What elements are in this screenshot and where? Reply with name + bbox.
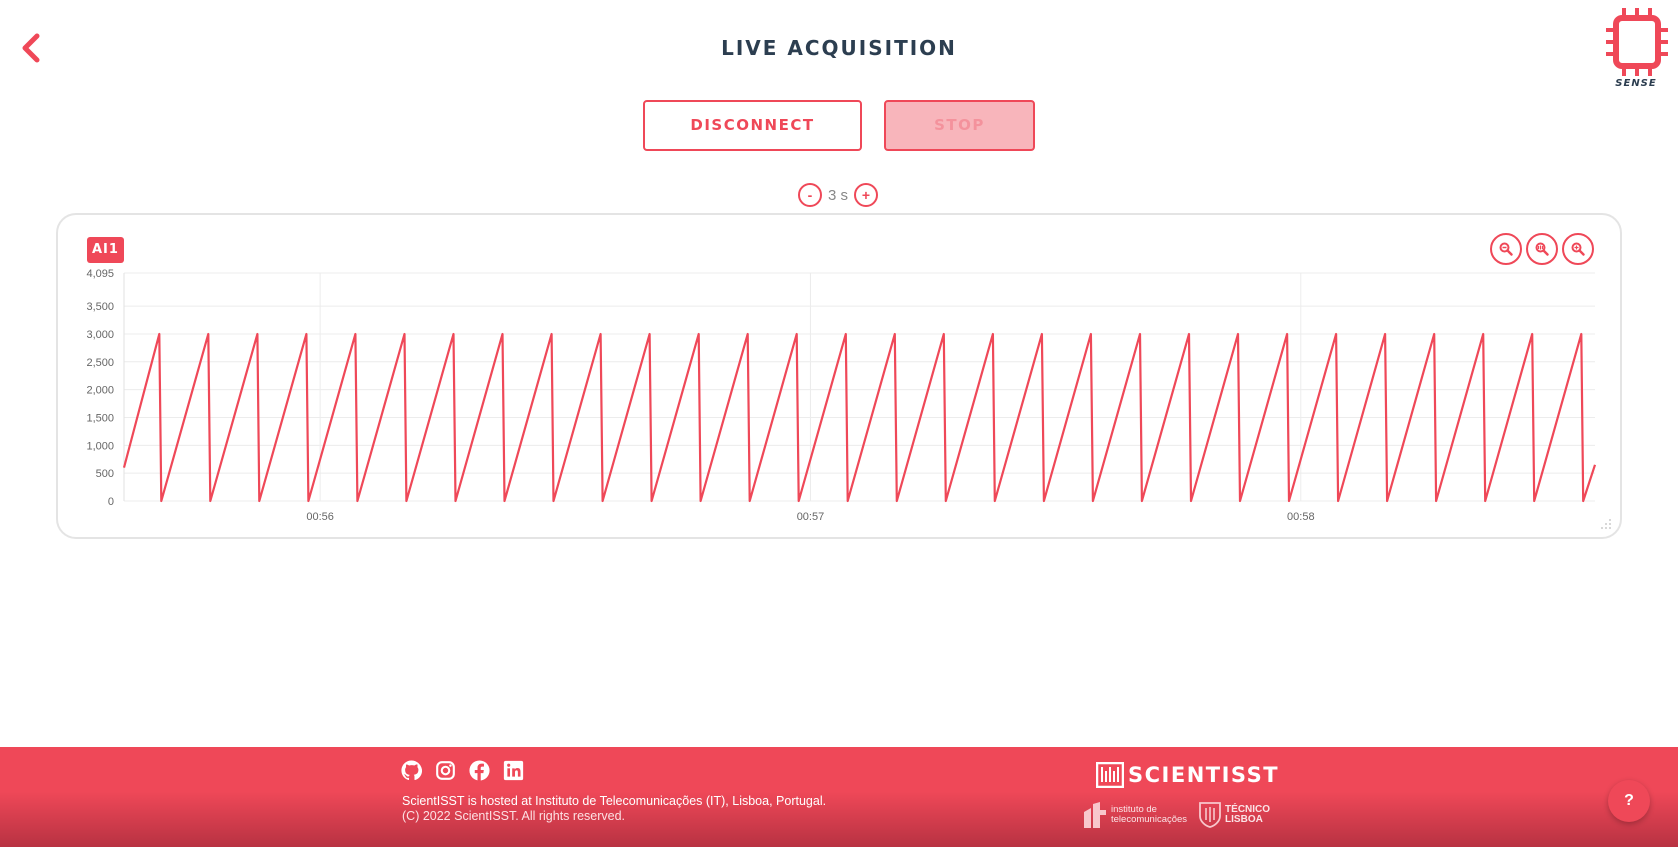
y-tick-label: 0: [108, 496, 114, 508]
y-tick-label: 500: [96, 468, 114, 480]
logo-text: SENSE: [1615, 78, 1657, 89]
scientisst-logo[interactable]: SCIENTISST: [1096, 761, 1279, 789]
it-logo-icon: [1084, 802, 1106, 828]
y-tick-label: 1,000: [86, 440, 114, 452]
github-icon[interactable]: [401, 760, 423, 781]
y-tick-label: 4,095: [86, 268, 114, 280]
disconnect-button[interactable]: DISCONNECT: [643, 100, 862, 151]
signal-chart[interactable]: 4,0953,5003,0002,5002,0001,5001,00050000…: [58, 215, 1620, 537]
facebook-icon[interactable]: [469, 760, 490, 781]
hosted-text: ScientISST is hosted at Instituto de Tel…: [402, 794, 827, 808]
tecnico-shield-icon: [1199, 802, 1221, 828]
time-window-label: 3 s: [827, 186, 848, 204]
chip-icon: [1606, 8, 1668, 76]
y-tick-label: 2,000: [86, 385, 114, 397]
partner-it-logo[interactable]: instituto de telecomunicações: [1082, 802, 1187, 828]
x-tick-label: 00:57: [797, 511, 825, 523]
time-window-control: - 3 s +: [798, 182, 878, 208]
copyright-text: (C) 2022 ScientISST. All rights reserved…: [402, 809, 626, 823]
page-title: LIVE ACQUISITION: [721, 36, 957, 60]
sense-logo: SENSE: [1602, 8, 1670, 92]
instagram-icon[interactable]: [435, 760, 456, 781]
increase-window-button[interactable]: +: [854, 183, 878, 207]
partner-logos: instituto de telecomunicações TÉCNICO LI…: [1082, 802, 1270, 828]
help-button[interactable]: ?: [1608, 780, 1650, 822]
chart-card: AI1 4,095 3,500 3,000 2,500 2,000 1,500 1,000 5…: [56, 213, 1622, 539]
partner-it-line2: telecomunicações: [1111, 814, 1188, 825]
x-tick-label: 00:56: [306, 511, 334, 523]
partner-tecnico-line2: LISBOA: [1225, 814, 1263, 825]
y-tick-label: 3,000: [86, 329, 114, 341]
social-links: [401, 760, 524, 781]
y-tick-label: 1,500: [86, 412, 114, 424]
stop-button[interactable]: STOP: [884, 100, 1035, 151]
resize-grip-icon[interactable]: [1598, 517, 1612, 531]
brand-name: SCIENTISST: [1128, 763, 1280, 787]
partner-tecnico-logo[interactable]: TÉCNICO LISBOA: [1199, 802, 1270, 828]
y-tick-label: 2,500: [86, 357, 114, 369]
linkedin-icon[interactable]: [503, 760, 524, 781]
y-tick-label: 3,500: [86, 301, 114, 313]
decrease-window-button[interactable]: -: [798, 183, 822, 207]
footer-text: ScientISST is hosted at Instituto de Tel…: [402, 794, 826, 824]
scientisst-mark-icon: [1096, 762, 1124, 788]
footer: ScientISST is hosted at Instituto de Tel…: [0, 747, 1678, 847]
x-tick-label: 00:58: [1287, 511, 1315, 523]
